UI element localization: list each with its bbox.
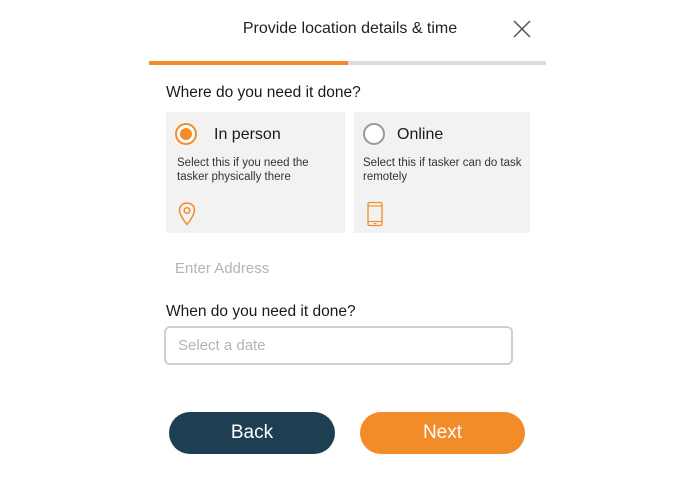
next-button[interactable]: Next: [360, 412, 525, 454]
location-question: Where do you need it done?: [166, 84, 361, 101]
in-person-radio[interactable]: [175, 123, 197, 145]
date-input[interactable]: [164, 326, 513, 365]
option-in-person[interactable]: In person Select this if you need the ta…: [166, 112, 345, 233]
location-pin-icon: [178, 202, 196, 226]
online-description: Select this if tasker can do task remote…: [363, 157, 522, 183]
time-question: When do you need it done?: [166, 303, 356, 320]
in-person-description: Select this if you need the tasker physi…: [177, 157, 309, 183]
mobile-phone-icon: [367, 201, 383, 227]
back-button[interactable]: Back: [169, 412, 335, 454]
in-person-label: In person: [214, 126, 281, 143]
option-online[interactable]: Online Select this if tasker can do task…: [354, 112, 530, 233]
progress-bar: [149, 61, 546, 65]
address-input[interactable]: [166, 254, 514, 282]
online-radio[interactable]: [363, 123, 385, 145]
progress-bar-fill: [149, 61, 348, 65]
page-title: Provide location details & time: [242, 20, 458, 37]
close-icon[interactable]: [511, 18, 533, 40]
online-label: Online: [397, 126, 444, 143]
